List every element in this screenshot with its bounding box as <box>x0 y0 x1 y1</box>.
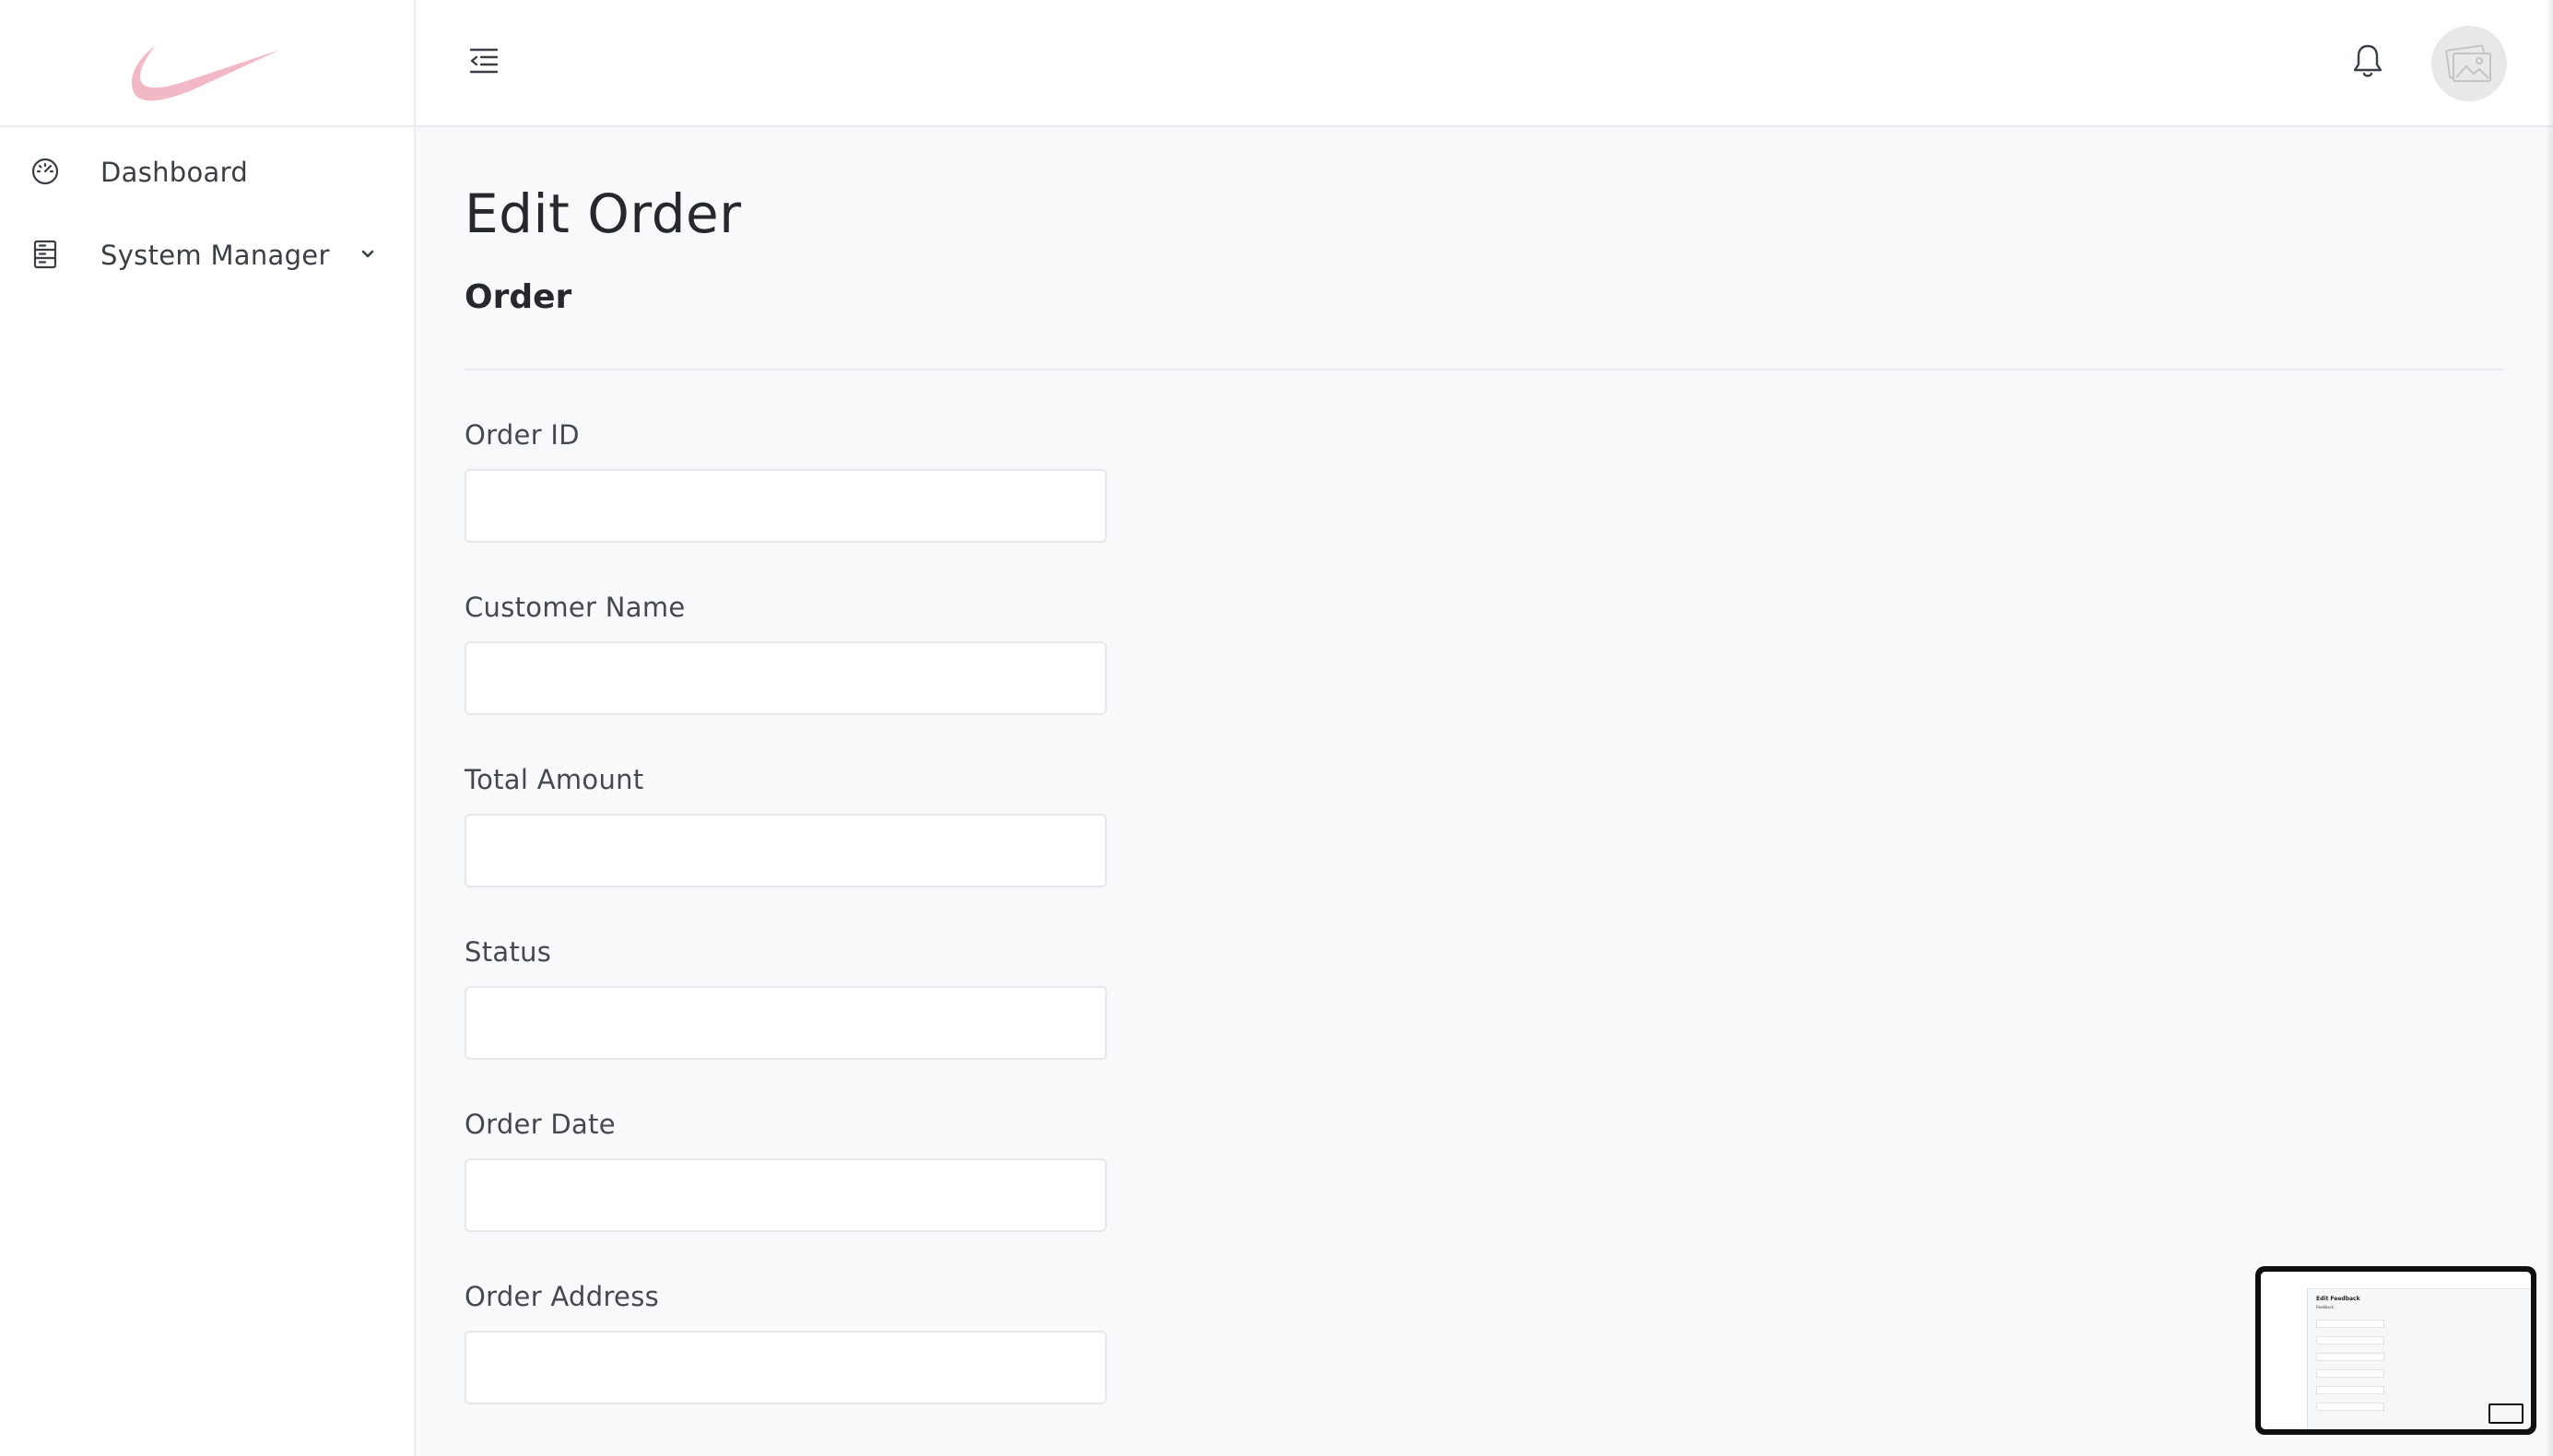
preview-subtitle: Feedback <box>2316 1305 2335 1309</box>
preview-field <box>2316 1403 2384 1411</box>
preview-title: Edit Feedback <box>2316 1296 2360 1302</box>
order-address-label: Order Address <box>465 1281 660 1312</box>
status-field[interactable] <box>465 986 1107 1060</box>
screen-preview-thumbnail[interactable]: Edit Feedback Feedback <box>2255 1266 2536 1435</box>
logo-area[interactable] <box>0 0 414 127</box>
preview-field <box>2316 1336 2384 1344</box>
preview-viewport-frame <box>2488 1403 2524 1424</box>
preview-field <box>2316 1386 2384 1394</box>
image-placeholder-icon <box>2445 44 2491 82</box>
order-date-label: Order Date <box>465 1109 616 1140</box>
order-date-field[interactable] <box>465 1158 1107 1232</box>
preview-field <box>2316 1369 2384 1378</box>
customer-name-label: Customer Name <box>465 592 686 623</box>
chevron-down-icon[interactable] <box>356 242 380 266</box>
order-address-field[interactable] <box>465 1331 1107 1404</box>
status-label: Status <box>465 936 552 968</box>
topbar <box>416 0 2553 127</box>
divider <box>465 369 2504 370</box>
order-id-label: Order ID <box>465 419 580 451</box>
main-content: Edit Order Order Order ID Customer Name … <box>416 127 2553 1456</box>
customer-name-field[interactable] <box>465 641 1107 715</box>
preview-sidebar <box>2261 1272 2308 1429</box>
sidebar-item-dashboard[interactable]: Dashboard <box>0 135 414 209</box>
sidebar-item-system-manager[interactable]: System Manager <box>0 218 414 292</box>
preview-content: Edit Feedback Feedback <box>2261 1272 2531 1429</box>
order-id-field[interactable] <box>465 469 1107 543</box>
bell-icon[interactable] <box>2351 42 2384 79</box>
preview-field <box>2316 1320 2384 1328</box>
preview-field <box>2316 1353 2384 1361</box>
total-amount-label: Total Amount <box>465 764 644 795</box>
dashboard-gauge-icon <box>29 156 61 187</box>
avatar[interactable] <box>2431 26 2507 101</box>
section-title: Order <box>465 278 572 316</box>
window-edge-shadow <box>2546 0 2553 1456</box>
sidebar: Dashboard System Manager <box>0 0 416 1456</box>
collapse-menu-icon[interactable] <box>467 44 500 77</box>
preview-topbar <box>2307 1272 2531 1289</box>
swoosh-logo[interactable] <box>127 44 282 105</box>
total-amount-field[interactable] <box>465 814 1107 887</box>
page-title: Edit Order <box>465 182 742 245</box>
sidebar-item-label: System Manager <box>100 240 330 271</box>
sidebar-item-label: Dashboard <box>100 157 249 188</box>
server-icon <box>29 239 61 270</box>
